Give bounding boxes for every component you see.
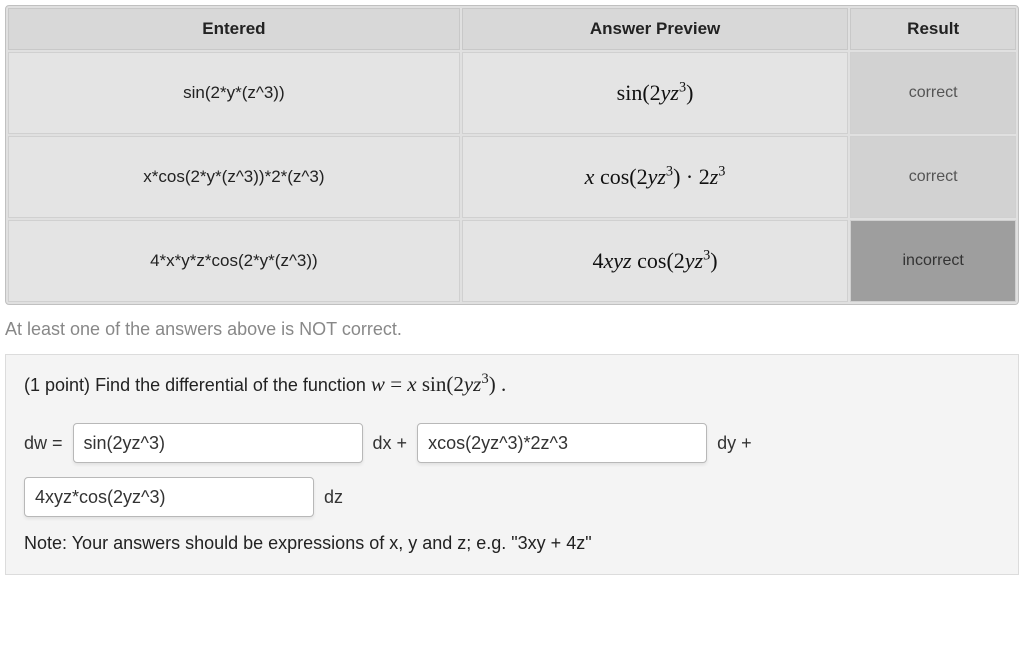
table-row: x*cos(2*y*(z^3))*2*(z^3) x cos(2yz3) · 2… <box>8 136 1016 218</box>
answer-row: dw = dx + dy + <box>24 423 1000 463</box>
note-text: Note: Your answers should be expressions… <box>24 533 1000 554</box>
problem-box: (1 point) Find the differential of the f… <box>5 354 1019 575</box>
entered-cell: 4*x*y*z*cos(2*y*(z^3)) <box>150 251 318 270</box>
prompt-text: Find the differential of the function <box>95 375 366 395</box>
results-table: Entered Answer Preview Result sin(2*y*(z… <box>5 5 1019 305</box>
points-label: (1 point) <box>24 375 90 395</box>
result-cell: correct <box>850 52 1016 134</box>
preview-cell: 4xyz cos(2yz3) <box>593 248 718 273</box>
dz-input[interactable] <box>24 477 314 517</box>
preview-cell: sin(2yz3) <box>617 80 694 105</box>
table-row: 4*x*y*z*cos(2*y*(z^3)) 4xyz cos(2yz3) in… <box>8 220 1016 302</box>
dx-input[interactable] <box>73 423 363 463</box>
preview-cell: x cos(2yz3) · 2z3 <box>585 164 726 189</box>
result-cell: correct <box>850 136 1016 218</box>
entered-cell: sin(2*y*(z^3)) <box>183 83 285 102</box>
header-preview: Answer Preview <box>462 8 849 50</box>
header-result: Result <box>850 8 1016 50</box>
table-row: sin(2*y*(z^3)) sin(2yz3) correct <box>8 52 1016 134</box>
result-cell: incorrect <box>850 220 1016 302</box>
dy-input[interactable] <box>417 423 707 463</box>
warning-message: At least one of the answers above is NOT… <box>5 319 1019 340</box>
entered-cell: x*cos(2*y*(z^3))*2*(z^3) <box>143 167 324 186</box>
dx-label: dx + <box>373 433 408 454</box>
problem-statement: (1 point) Find the differential of the f… <box>24 371 1000 397</box>
header-entered: Entered <box>8 8 460 50</box>
answer-row-2: dz <box>24 477 1000 517</box>
dy-label: dy + <box>717 433 752 454</box>
dw-label: dw = <box>24 433 63 454</box>
dz-label: dz <box>324 487 343 508</box>
